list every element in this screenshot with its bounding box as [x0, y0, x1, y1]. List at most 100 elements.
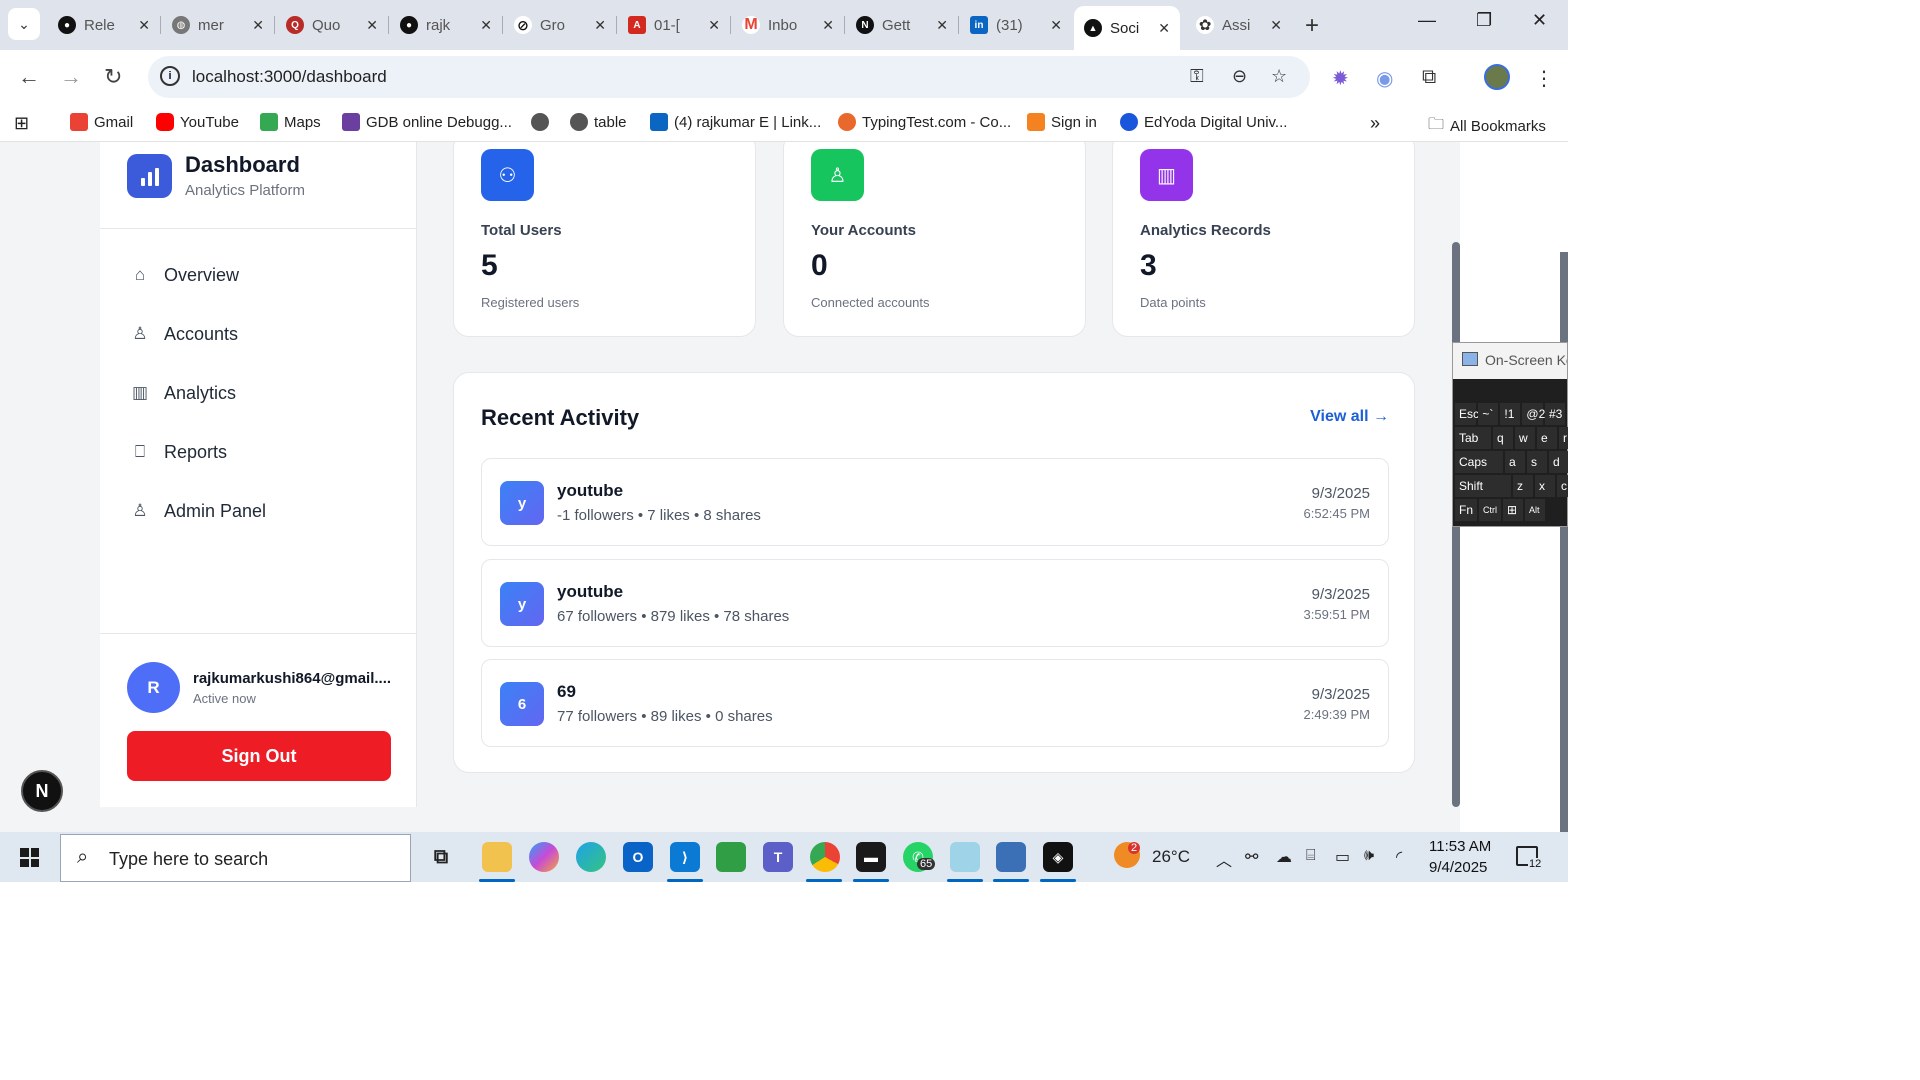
nextjs-dev-indicator[interactable]: N — [21, 770, 63, 812]
close-icon[interactable]: ✕ — [252, 17, 264, 34]
close-icon[interactable]: ✕ — [708, 17, 720, 34]
app-cube-icon[interactable]: ◈ — [1043, 842, 1073, 872]
sign-out-button[interactable]: Sign Out — [127, 731, 391, 781]
sidebar-item-reports[interactable]: ⎕ Reports — [130, 432, 390, 472]
tab-linkedin[interactable]: in (31) ✕ — [960, 6, 1072, 44]
osk-key[interactable]: z — [1513, 475, 1533, 497]
file-explorer-icon[interactable] — [482, 842, 512, 872]
battery-icon[interactable]: ▭ — [1335, 847, 1350, 867]
task-view-icon[interactable]: ⧉ — [426, 842, 456, 872]
view-all-link[interactable]: View all → — [1310, 408, 1389, 426]
sidebar-item-admin-panel[interactable]: ♙ Admin Panel — [130, 491, 390, 531]
wifi-icon[interactable]: ◜ — [1396, 847, 1402, 867]
chrome-icon[interactable] — [810, 842, 840, 872]
more-bookmarks-icon[interactable]: » — [1370, 113, 1380, 134]
osk-key[interactable]: Esc — [1455, 403, 1479, 425]
osk-key[interactable]: @2 — [1522, 403, 1545, 425]
tab-gmail-inbox[interactable]: M Inbo ✕ — [732, 6, 844, 44]
tab-github-releases[interactable]: ● Rele ✕ — [48, 6, 160, 44]
tab-pdf[interactable]: A 01-[ ✕ — [618, 6, 730, 44]
close-icon[interactable]: ✕ — [822, 17, 834, 34]
bookmark-signin[interactable]: Sign in — [1027, 113, 1097, 131]
osk-key[interactable]: r — [1559, 427, 1568, 449]
clock-date[interactable]: 9/4/2025 — [1429, 859, 1487, 876]
menu-kebab-icon[interactable]: ⋮ — [1534, 66, 1554, 91]
bookmark-typingtest[interactable]: TypingTest.com - Co... — [838, 113, 1011, 131]
osk-key[interactable]: e — [1537, 427, 1557, 449]
bookmark-table[interactable]: table — [570, 113, 627, 131]
sidebar-item-overview[interactable]: ⌂ Overview — [130, 255, 390, 295]
taskbar-search-input[interactable]: ⌕ Type here to search — [60, 834, 411, 882]
meet-now-icon[interactable]: ⌸ — [1306, 847, 1316, 865]
windows-start-icon[interactable] — [20, 848, 39, 867]
osk-key[interactable]: x — [1535, 475, 1555, 497]
extensions-puzzle-icon[interactable]: ⧉ — [1422, 66, 1436, 89]
outlook-icon[interactable]: O — [623, 842, 653, 872]
sidebar-item-analytics[interactable]: ▥ Analytics — [130, 373, 390, 413]
close-icon[interactable]: ✕ — [1050, 17, 1062, 34]
reload-button[interactable]: ↻ — [104, 64, 122, 90]
osk-key[interactable]: q — [1493, 427, 1513, 449]
address-bar[interactable]: i localhost:3000/dashboard ⚿ ⊖ ☆ — [148, 56, 1310, 98]
forward-button[interactable]: → — [60, 64, 82, 90]
app-icon[interactable] — [950, 842, 980, 872]
close-icon[interactable]: ✕ — [480, 17, 492, 34]
osk-key[interactable]: d — [1549, 451, 1568, 473]
osk-key[interactable]: ⊞ — [1503, 499, 1524, 521]
osk-key[interactable]: Caps — [1455, 451, 1503, 473]
close-icon[interactable]: ✕ — [936, 17, 948, 34]
extension-gear-icon[interactable]: ✹ — [1332, 66, 1349, 91]
osk-key[interactable]: c — [1557, 475, 1568, 497]
tab-menu[interactable]: ◍ mer ✕ — [162, 6, 274, 44]
list-item[interactable]: y youtube 67 followers • 879 likes • 78 … — [481, 559, 1389, 647]
teams-icon[interactable]: T — [763, 842, 793, 872]
key-icon[interactable]: ⚿ — [1190, 66, 1204, 87]
url-text[interactable]: localhost:3000/dashboard — [192, 67, 387, 87]
bookmark-maps[interactable]: Maps — [260, 113, 321, 131]
tab-openai[interactable]: ✿ Assi ✕ — [1186, 6, 1292, 44]
network-share-icon[interactable]: ⚯ — [1245, 847, 1258, 867]
close-icon[interactable]: ✕ — [366, 17, 378, 34]
osk-key[interactable]: Ctrl — [1479, 499, 1502, 521]
tab-nextjs[interactable]: N Gett ✕ — [846, 6, 958, 44]
volume-icon[interactable]: 🕪 — [1364, 847, 1374, 865]
close-icon[interactable]: ✕ — [138, 17, 150, 34]
bookmark-gmail[interactable]: Gmail — [70, 113, 133, 131]
apps-grid-icon[interactable]: ⊞ — [14, 113, 29, 134]
sidebar-item-accounts[interactable]: ♙ Accounts — [130, 314, 390, 354]
close-icon[interactable]: ✕ — [1270, 17, 1282, 34]
osk-key[interactable]: Tab — [1455, 427, 1491, 449]
vscode-icon[interactable]: ⟩ — [670, 842, 700, 872]
osk-key[interactable]: a — [1505, 451, 1525, 473]
zoom-icon[interactable]: ⊖ — [1232, 66, 1247, 87]
extension-search-icon[interactable]: ◉ — [1376, 66, 1393, 91]
restore-button[interactable]: ❐ — [1476, 10, 1492, 31]
osk-key[interactable]: ~` — [1478, 403, 1499, 425]
osk-key[interactable]: s — [1527, 451, 1547, 473]
osk-titlebar[interactable]: On-Screen Keyboard — [1453, 343, 1567, 379]
list-item[interactable]: y youtube -1 followers • 7 likes • 8 sha… — [481, 458, 1389, 546]
meet-icon[interactable] — [716, 842, 746, 872]
terminal-icon[interactable]: ▬ — [856, 842, 886, 872]
star-icon[interactable]: ☆ — [1271, 66, 1287, 87]
bookmark-gdb[interactable]: GDB online Debugg... — [342, 113, 512, 131]
new-tab-button[interactable]: + — [1305, 12, 1319, 40]
close-icon[interactable]: ✕ — [1158, 20, 1170, 37]
cloud-icon[interactable]: ☁ — [1276, 847, 1292, 867]
tab-github-rajk[interactable]: ● rajk ✕ — [390, 6, 502, 44]
osk-key[interactable]: Shift — [1455, 475, 1511, 497]
osk-key[interactable]: w — [1515, 427, 1535, 449]
close-window-button[interactable]: ✕ — [1532, 10, 1547, 31]
site-info-icon[interactable]: i — [160, 66, 180, 86]
chevron-up-icon[interactable]: ︿ — [1216, 847, 1232, 871]
minimize-button[interactable]: — — [1418, 10, 1436, 31]
remote-desktop-icon[interactable] — [996, 842, 1026, 872]
all-bookmarks[interactable]: 🗀 All Bookmarks — [1428, 113, 1546, 140]
osk-key[interactable]: Fn — [1455, 499, 1478, 521]
clock-time[interactable]: 11:53 AM — [1429, 838, 1491, 855]
tab-search-button[interactable]: ⌄ — [8, 8, 40, 40]
osk-key[interactable]: !1 — [1500, 403, 1521, 425]
bookmark-linkedin[interactable]: (4) rajkumar E | Link... — [650, 113, 821, 131]
close-icon[interactable]: ✕ — [594, 17, 606, 34]
tab-grok[interactable]: ⊘ Gro ✕ — [504, 6, 616, 44]
